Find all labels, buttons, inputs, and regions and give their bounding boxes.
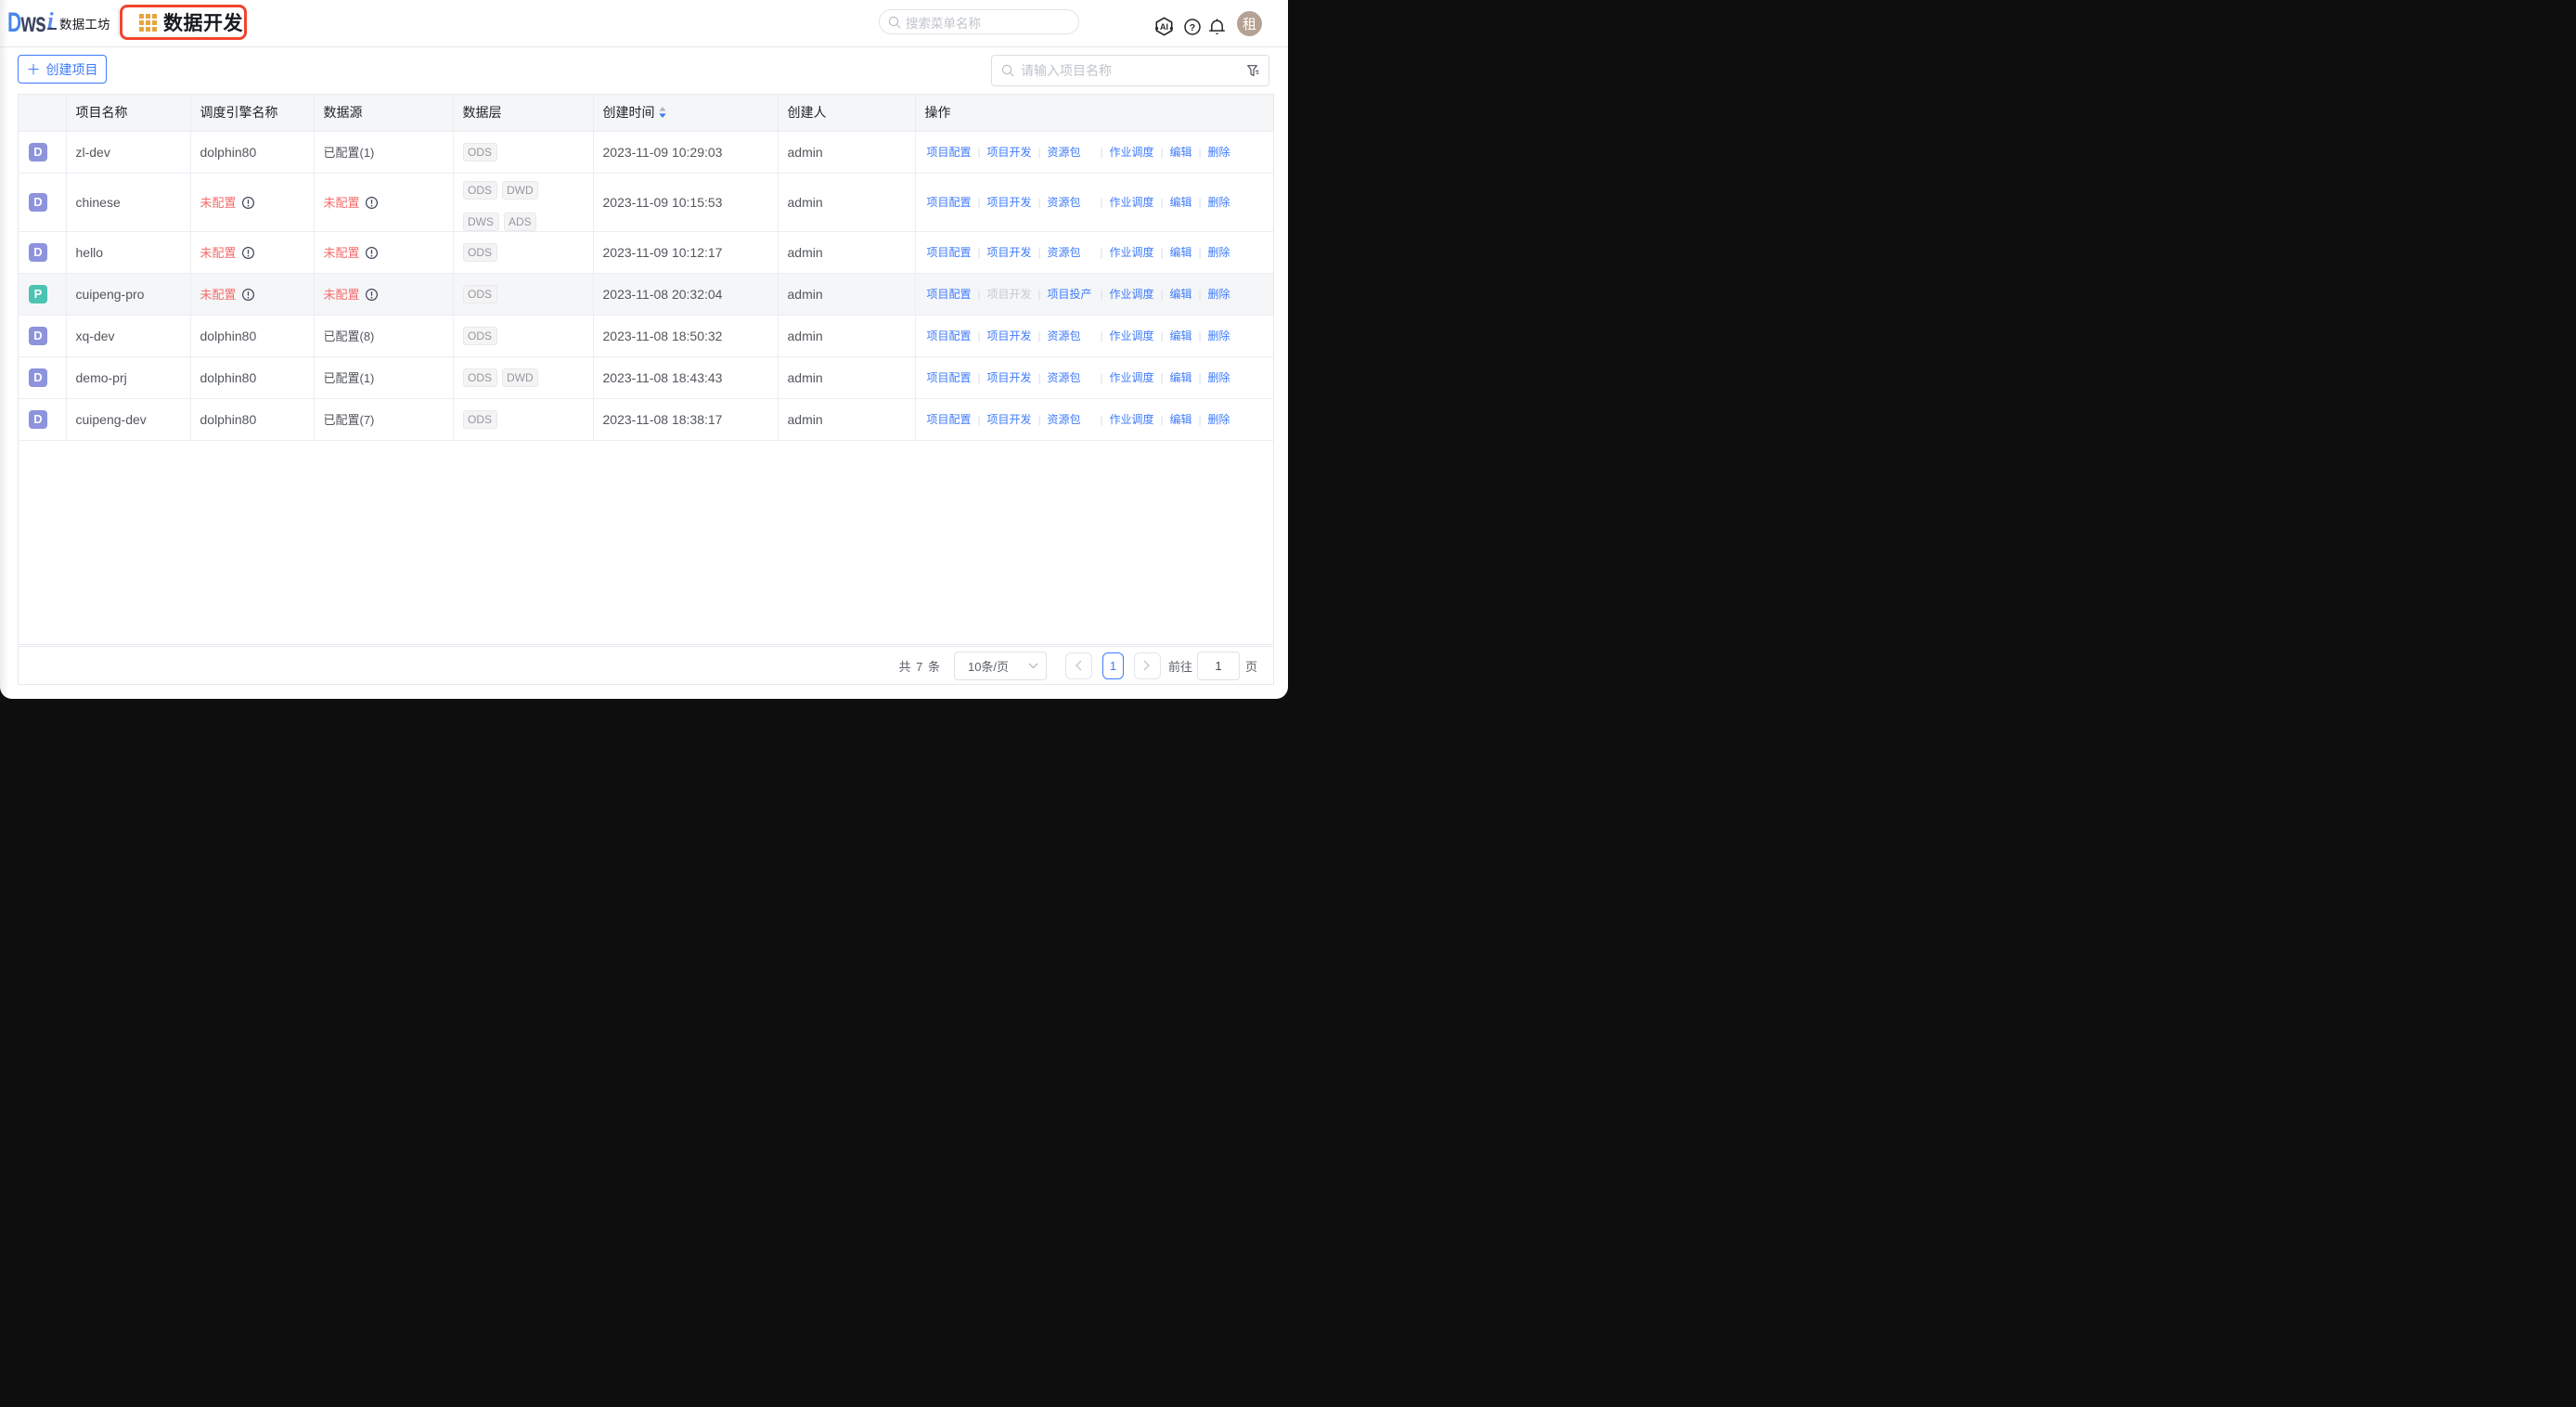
svg-text:?: ?	[1190, 21, 1195, 32]
svg-text:AI: AI	[1160, 22, 1168, 32]
